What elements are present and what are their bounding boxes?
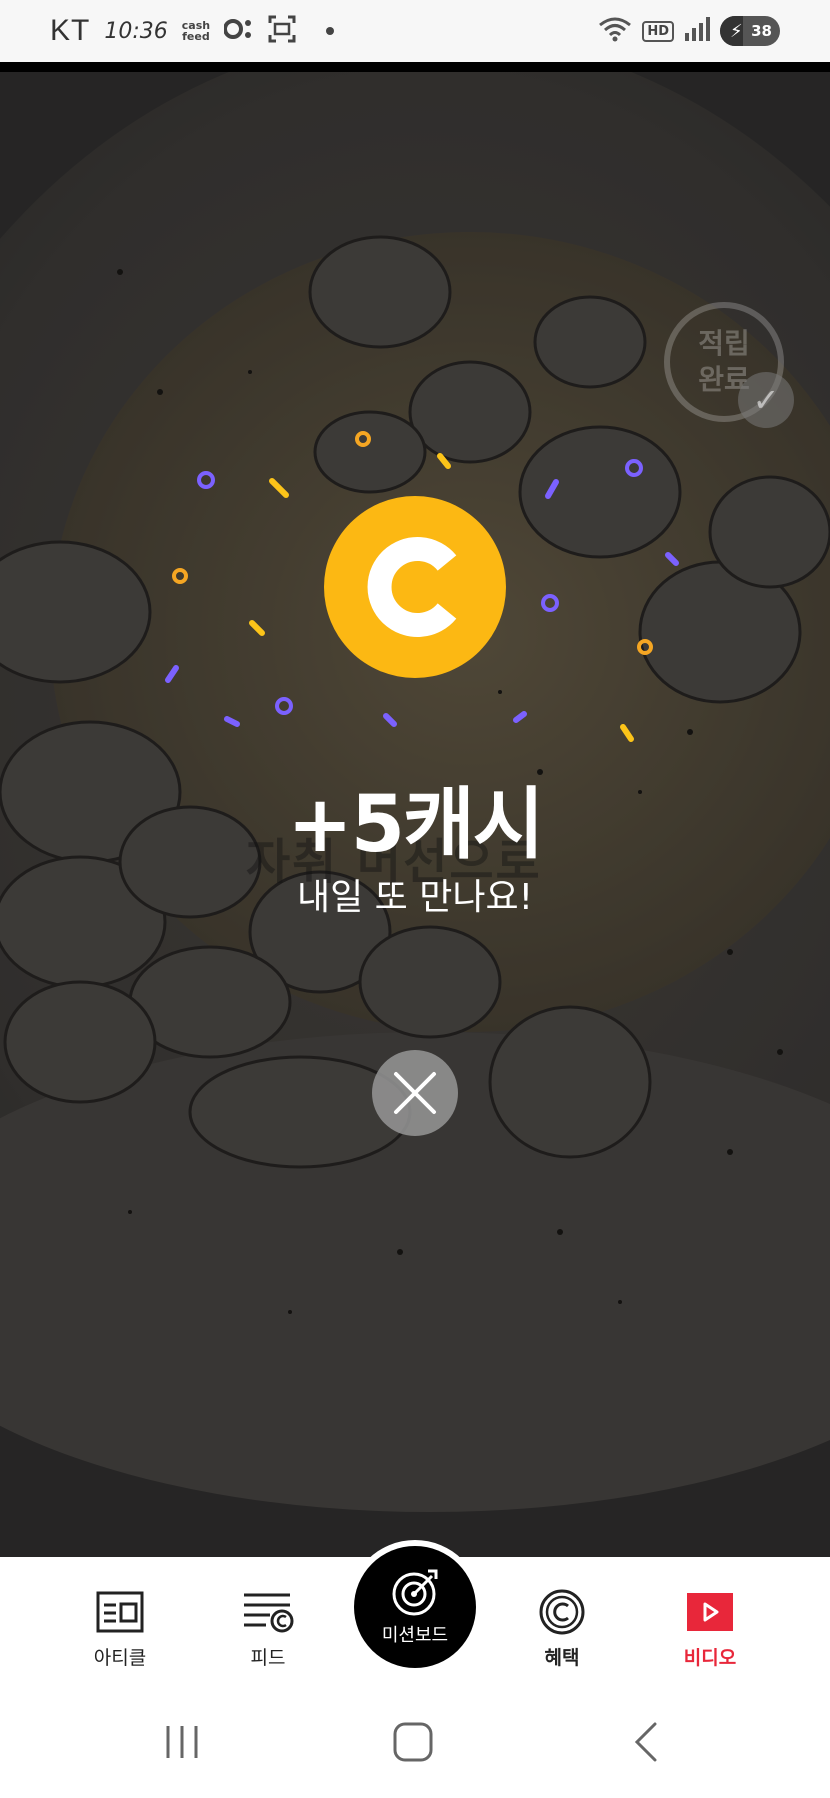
confetti-strip — [269, 478, 289, 498]
signal-icon — [684, 17, 710, 45]
tab-article-label: 아티클 — [93, 1647, 147, 1669]
tab-video[interactable]: 비디오 — [650, 1587, 770, 1670]
confetti-ring — [625, 459, 643, 477]
confetti-ring — [275, 697, 293, 715]
tab-benefit-label: 혜택 — [544, 1647, 580, 1669]
video-player[interactable]: 적립 완료 ✓ 자취 머선으로 +5캐시 내일 또 만나요! — [0, 72, 830, 1557]
back-button[interactable] — [616, 1717, 676, 1767]
confetti-strip — [665, 552, 679, 566]
back-icon — [634, 1722, 657, 1762]
notification-app-icon — [223, 17, 254, 45]
tab-benefit[interactable]: 혜택 — [502, 1587, 622, 1670]
battery-level: 38 — [751, 22, 772, 40]
tab-video-label: 비디오 — [683, 1647, 737, 1669]
recent-apps-icon — [166, 1726, 198, 1758]
confetti-strip — [545, 479, 559, 499]
hd-voice-icon: HD — [642, 20, 674, 42]
wifi-icon — [598, 16, 632, 46]
tab-article[interactable]: 아티클 — [60, 1587, 180, 1670]
tab-mission-label: 미션보드 — [381, 1625, 449, 1646]
reward-message: 내일 또 만나요! — [296, 877, 534, 918]
play-icon — [650, 1587, 770, 1637]
tab-feed-label: 피드 — [250, 1647, 286, 1669]
tab-mission-board[interactable]: 미션보드 — [354, 1546, 476, 1668]
confetti-ring — [637, 639, 653, 655]
target-icon — [392, 1569, 438, 1616]
divider — [0, 62, 830, 72]
clock: 10:36 — [104, 18, 168, 44]
charging-icon: ⚡ — [730, 20, 743, 42]
status-bar: KT 10:36 cash feed HD ⚡ 38 — [0, 0, 830, 62]
cashfeed-badge-bottom: feed — [182, 30, 210, 43]
confetti-strip — [249, 620, 265, 636]
confetti-ring — [355, 431, 371, 447]
confetti-strip — [224, 716, 240, 727]
carrier-label: KT — [50, 14, 91, 47]
recent-apps-button[interactable] — [152, 1717, 212, 1767]
article-icon — [60, 1587, 180, 1637]
cashfeed-notification-icon: cash feed — [182, 20, 210, 42]
confetti-strip — [513, 711, 527, 723]
confetti-strip — [437, 453, 451, 469]
tab-feed[interactable]: 피드 — [208, 1587, 328, 1670]
screenshot-icon — [268, 15, 296, 47]
coin-icon — [502, 1587, 622, 1637]
close-button[interactable] — [372, 1050, 458, 1136]
home-button[interactable] — [383, 1717, 443, 1767]
confetti-strip — [165, 665, 179, 683]
more-notifications-dot — [326, 27, 335, 35]
home-icon — [393, 1722, 433, 1762]
confetti-strip — [383, 713, 397, 727]
confetti-ring — [541, 594, 559, 612]
confetti-strip — [620, 724, 634, 742]
close-icon — [394, 1072, 436, 1114]
confetti-ring — [172, 568, 188, 584]
cash-coin-icon — [324, 496, 506, 678]
feed-icon — [208, 1587, 328, 1637]
system-nav-bar — [0, 1687, 830, 1798]
confetti-ring — [197, 471, 215, 489]
reward-amount: +5캐시 — [287, 780, 544, 870]
battery-icon: ⚡ 38 — [720, 16, 780, 46]
